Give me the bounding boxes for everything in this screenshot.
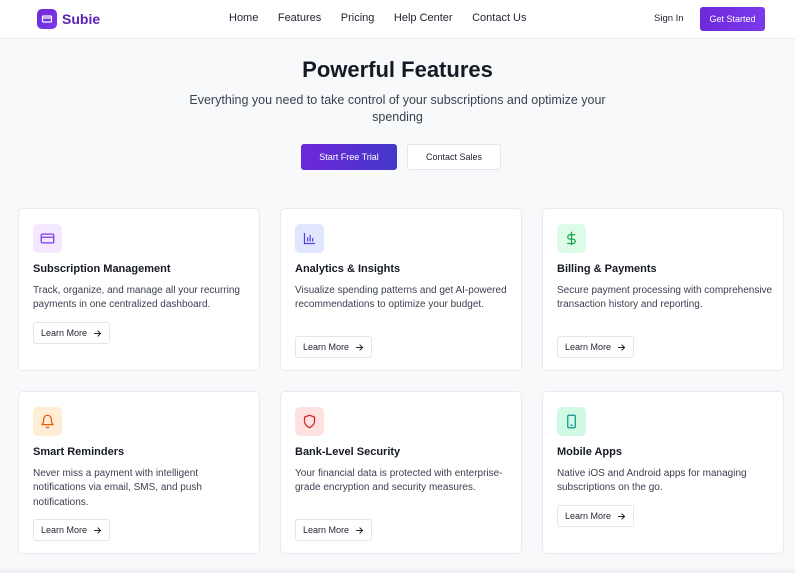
learn-more-button[interactable]: Learn More	[295, 336, 373, 358]
dollar-icon	[557, 224, 586, 253]
shield-icon	[295, 407, 324, 436]
credit-card-icon	[33, 224, 62, 253]
feature-title: Billing & Payments	[557, 263, 657, 275]
learn-more-label: Learn More	[565, 342, 612, 352]
feature-card-bank-level-security: Bank-Level Security Your financial data …	[280, 391, 522, 554]
top-navbar: Subie Home Features Pricing Help Center …	[0, 0, 795, 39]
feature-card-subscription-management: Subscription Management Track, organize,…	[18, 208, 260, 371]
learn-more-button[interactable]: Learn More	[295, 519, 373, 541]
learn-more-label: Learn More	[303, 342, 350, 352]
learn-more-label: Learn More	[41, 328, 88, 338]
feature-description: Track, organize, and manage all your rec…	[33, 285, 240, 311]
section-divider	[0, 566, 795, 573]
arrow-right-icon	[94, 526, 101, 534]
feature-description: Secure payment processing with comprehen…	[557, 285, 773, 311]
nav-link-pricing[interactable]: Pricing	[341, 12, 375, 24]
smartphone-icon	[557, 407, 586, 436]
nav-links: Home Features Pricing Help Center Contac…	[229, 12, 546, 24]
feature-card-mobile-apps: Mobile Apps Native iOS and Android apps …	[542, 391, 784, 554]
arrow-right-icon	[618, 512, 625, 520]
feature-title: Subscription Management	[33, 263, 171, 275]
brand-logo[interactable]: Subie	[37, 9, 100, 29]
arrow-right-icon	[356, 343, 363, 351]
page-title: Powerful Features	[302, 57, 493, 82]
nav-link-contact-us[interactable]: Contact Us	[472, 12, 526, 24]
learn-more-button[interactable]: Learn More	[33, 519, 111, 541]
feature-title: Smart Reminders	[33, 446, 125, 458]
arrow-right-icon	[94, 329, 101, 337]
feature-card-billing-payments: Billing & Payments Secure payment proces…	[542, 208, 784, 371]
feature-description: Your financial data is protected with en…	[295, 468, 503, 494]
arrow-right-icon	[618, 343, 625, 351]
nav-link-home[interactable]: Home	[229, 12, 258, 24]
contact-sales-button[interactable]: Contact Sales	[407, 144, 501, 170]
bar-chart-icon	[295, 224, 324, 253]
feature-title: Mobile Apps	[557, 446, 622, 458]
start-free-trial-button[interactable]: Start Free Trial	[301, 144, 397, 170]
feature-title: Analytics & Insights	[295, 263, 401, 275]
feature-description: Native iOS and Android apps for managing…	[557, 468, 747, 494]
learn-more-button[interactable]: Learn More	[557, 505, 635, 527]
feature-description: Never miss a payment with intelligent no…	[33, 468, 202, 508]
feature-card-analytics-insights: Analytics & Insights Visualize spending …	[280, 208, 522, 371]
learn-more-button[interactable]: Learn More	[33, 322, 111, 344]
nav-link-help-center[interactable]: Help Center	[394, 12, 453, 24]
bell-icon	[33, 407, 62, 436]
arrow-right-icon	[356, 526, 363, 534]
card-logo-icon	[37, 9, 57, 29]
feature-description: Visualize spending patterns and get AI-p…	[295, 285, 507, 311]
get-started-button[interactable]: Get Started	[700, 7, 765, 31]
learn-more-label: Learn More	[303, 525, 350, 535]
learn-more-button[interactable]: Learn More	[557, 336, 635, 358]
sign-in-link[interactable]: Sign In	[654, 13, 684, 24]
feature-card-smart-reminders: Smart Reminders Never miss a payment wit…	[18, 391, 260, 554]
learn-more-label: Learn More	[41, 525, 88, 535]
feature-title: Bank-Level Security	[295, 446, 401, 458]
nav-link-features[interactable]: Features	[278, 12, 321, 24]
learn-more-label: Learn More	[565, 511, 612, 521]
page-subtitle: Everything you need to take control of y…	[189, 93, 606, 124]
brand-name: Subie	[62, 11, 101, 27]
